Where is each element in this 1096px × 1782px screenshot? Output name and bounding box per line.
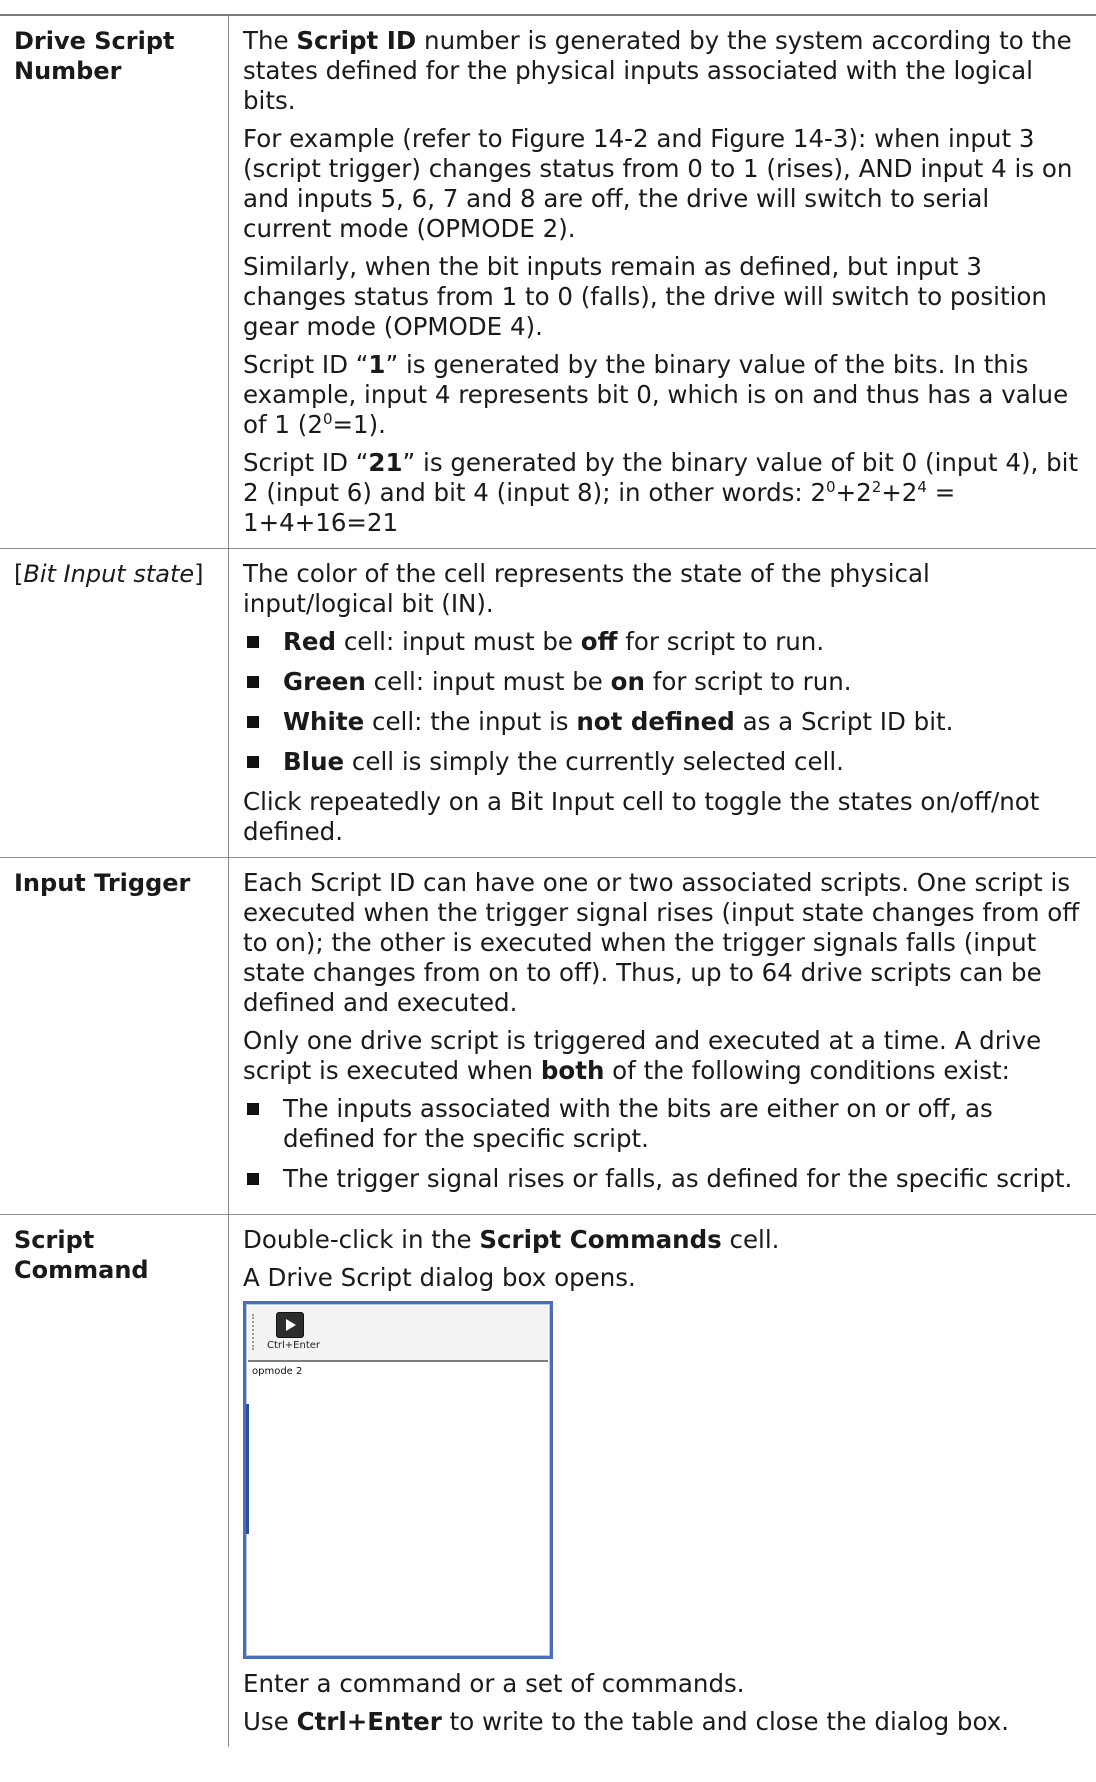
bold-text: Script Commands: [479, 1225, 722, 1254]
run-icon[interactable]: [276, 1312, 304, 1338]
paragraph: Double-click in the Script Commands cell…: [243, 1225, 1084, 1255]
text: The trigger signal rises or falls, as de…: [283, 1164, 1073, 1193]
text: Script ID “: [243, 350, 369, 379]
text: cell is simply the currently selected ce…: [344, 747, 844, 776]
list-item: White cell: the input is not defined as …: [243, 707, 1084, 737]
term-cell: Script Command: [0, 1214, 229, 1747]
paragraph: The Script ID number is generated by the…: [243, 26, 1084, 116]
bold-text: Ctrl+Enter: [296, 1707, 442, 1736]
text: to write to the table and close the dial…: [441, 1707, 1009, 1736]
bullet-square-icon: [247, 636, 259, 648]
list-item: The inputs associated with the bits are …: [243, 1094, 1084, 1154]
drive-script-dialog: Ctrl+Enter opmode 2: [243, 1301, 553, 1659]
table-row: Drive Script Number The Script ID number…: [0, 14, 1096, 549]
term-drive-script-number: Drive Script Number: [14, 27, 175, 85]
description-cell: The color of the cell represents the sta…: [228, 548, 1096, 858]
bullet-square-icon: [247, 756, 259, 768]
list-item: The trigger signal rises or falls, as de…: [243, 1164, 1084, 1194]
dialog-edge-highlight: [246, 1404, 249, 1534]
bold-text: both: [540, 1056, 605, 1085]
italic-text: Bit Input state: [23, 560, 195, 588]
text: for script to run.: [644, 667, 852, 696]
text: +2: [881, 478, 918, 507]
term-cell: [Bit Input state]: [0, 548, 229, 858]
superscript: 4: [917, 478, 927, 496]
text: The inputs associated with the bits are …: [283, 1094, 993, 1153]
bold-text: Blue: [283, 747, 345, 776]
bullet-list: Red cell: input must be off for script t…: [243, 627, 1084, 777]
term-bit-input-state: [Bit Input state]: [14, 559, 216, 589]
text: ]: [194, 560, 204, 588]
paragraph: Each Script ID can have one or two assoc…: [243, 868, 1080, 1017]
paragraph: Only one drive script is triggered and e…: [243, 1026, 1084, 1086]
paragraph: Script ID “1” is generated by the binary…: [243, 350, 1084, 440]
bold-text: White: [283, 707, 365, 736]
text: [: [14, 560, 24, 588]
paragraph: Script ID “21” is generated by the binar…: [243, 448, 1084, 538]
bullet-square-icon: [247, 676, 259, 688]
paragraph: A Drive Script dialog box opens.: [243, 1263, 636, 1292]
text: cell: the input is: [364, 707, 577, 736]
term-cell: Input Trigger: [0, 857, 229, 1215]
table-row: Script Command Double-click in the Scrip…: [0, 1214, 1096, 1747]
description-cell: Double-click in the Script Commands cell…: [228, 1214, 1096, 1747]
list-item: Blue cell is simply the currently select…: [243, 747, 1084, 777]
description-cell: The Script ID number is generated by the…: [228, 14, 1096, 549]
table-row: [Bit Input state] The color of the cell …: [0, 548, 1096, 858]
bullet-square-icon: [247, 1173, 259, 1185]
text: as a Script ID bit.: [734, 707, 954, 736]
text: Use: [243, 1707, 297, 1736]
toolbar-grip: [252, 1314, 256, 1350]
definitions-table: Drive Script Number The Script ID number…: [0, 14, 1096, 1747]
term-script-command: Script Command: [14, 1226, 149, 1284]
description-cell: Each Script ID can have one or two assoc…: [228, 857, 1096, 1215]
text: cell: input must be: [365, 667, 611, 696]
dialog-toolbar: Ctrl+Enter: [248, 1306, 548, 1362]
bullet-square-icon: [247, 1103, 259, 1115]
text: The: [243, 26, 297, 55]
bullet-list: The inputs associated with the bits are …: [243, 1094, 1084, 1194]
term-input-trigger: Input Trigger: [14, 869, 191, 897]
text: Script ID “: [243, 448, 369, 477]
bold-text: off: [580, 627, 618, 656]
text: Double-click in the: [243, 1225, 480, 1254]
bold-text: 1: [368, 350, 386, 379]
bold-text: on: [610, 667, 645, 696]
text: +2: [835, 478, 872, 507]
bold-text: 21: [368, 448, 403, 477]
list-item: Green cell: input must be on for script …: [243, 667, 1084, 697]
bold-text: Red: [283, 627, 337, 656]
paragraph: Use Ctrl+Enter to write to the table and…: [243, 1707, 1084, 1737]
text: cell.: [721, 1225, 780, 1254]
term-cell: Drive Script Number: [0, 14, 229, 549]
bullet-square-icon: [247, 716, 259, 728]
bold-text: Script ID: [296, 26, 417, 55]
run-button-label: Ctrl+Enter: [267, 1340, 321, 1351]
table-row: Input Trigger Each Script ID can have on…: [0, 857, 1096, 1215]
text: cell: input must be: [336, 627, 581, 656]
text: of the following conditions exist:: [604, 1056, 1010, 1085]
bold-text: Green: [283, 667, 366, 696]
superscript: 2: [871, 478, 882, 496]
text: for script to run.: [617, 627, 825, 656]
superscript: 0: [826, 478, 836, 496]
text: =1).: [332, 410, 386, 439]
paragraph: Click repeatedly on a Bit Input cell to …: [243, 787, 1040, 846]
list-item: Red cell: input must be off for script t…: [243, 627, 1084, 657]
bold-text: not defined: [576, 707, 735, 736]
paragraph: For example (refer to Figure 14-2 and Fi…: [243, 124, 1073, 243]
script-editor[interactable]: opmode 2: [250, 1364, 546, 1652]
paragraph: Similarly, when the bit inputs remain as…: [243, 252, 1047, 341]
paragraph: The color of the cell represents the sta…: [243, 559, 930, 618]
paragraph: Enter a command or a set of commands.: [243, 1669, 745, 1698]
